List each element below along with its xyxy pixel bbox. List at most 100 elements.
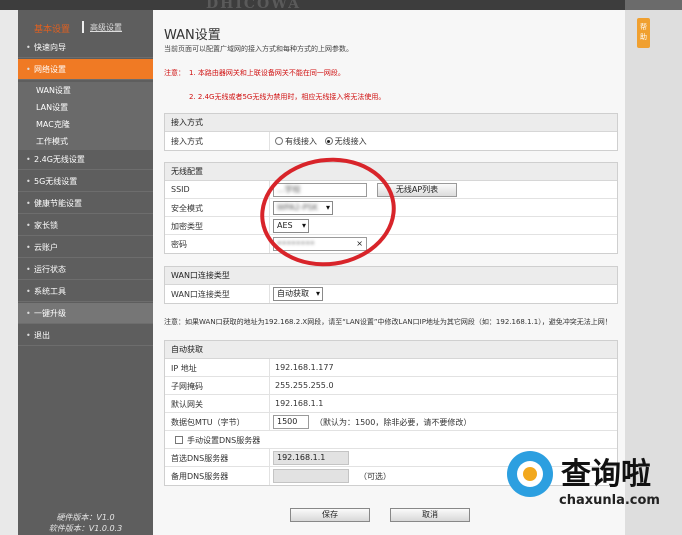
ssid-label: SSID bbox=[171, 185, 190, 194]
section-header: 接入方式 bbox=[165, 114, 617, 132]
mask-row: 子网掩码 255.255.255.0 bbox=[165, 377, 617, 395]
sidebar-item-one-click-upgrade[interactable]: • 一键升级 bbox=[18, 303, 153, 324]
column-divider bbox=[269, 467, 270, 485]
wan-note: 注意：如果WAN口获取的地址为192.168.2.X网段，请至“LAN设置”中修… bbox=[164, 318, 612, 326]
watermark-url: chaxunla.com bbox=[559, 493, 660, 508]
sidebar-item-label: 系统工具 bbox=[34, 287, 66, 296]
bullet-icon: • bbox=[26, 177, 31, 186]
top-bar: DHICOWA bbox=[0, 0, 682, 12]
bullet-icon: • bbox=[26, 65, 31, 74]
column-divider bbox=[269, 132, 270, 150]
sidebar-item-network-settings[interactable]: • 网络设置 bbox=[18, 59, 153, 80]
cancel-button[interactable]: 取消 bbox=[390, 508, 470, 522]
hardware-version: 硬件版本：V1.0 bbox=[56, 513, 115, 522]
column-divider bbox=[269, 413, 270, 430]
radio-icon bbox=[275, 137, 283, 145]
watermark-text: 查询啦 bbox=[561, 457, 651, 492]
column-divider bbox=[269, 449, 270, 466]
column-divider bbox=[269, 359, 270, 376]
manual-dns-label: 手动设置DNS服务器 bbox=[187, 436, 261, 445]
note-line-2: 2. 2.4G无线或者5G无线为禁用时，相应无线接入将无法使用。 bbox=[189, 93, 386, 101]
access-mode-row: 接入方式 有线接入 无线接入 bbox=[165, 132, 617, 150]
sidebar-item-label: 2.4G无线设置 bbox=[34, 155, 85, 164]
help-tab-label: 帮助 bbox=[640, 23, 647, 41]
section-header: 无线配置 bbox=[165, 163, 617, 181]
column-divider bbox=[269, 377, 270, 394]
tab-advanced-settings[interactable]: 高级设置 bbox=[90, 22, 122, 33]
help-tab[interactable]: 帮助 bbox=[637, 18, 650, 48]
section-wan-type: WAN口连接类型 WAN口连接类型 自动获取 ▾ bbox=[164, 266, 618, 304]
bullet-icon: • bbox=[26, 199, 31, 208]
chevron-down-icon: ▾ bbox=[315, 289, 320, 298]
sidebar-subitem-wan[interactable]: WAN设置 bbox=[18, 82, 153, 99]
sidebar-subitem-work-mode[interactable]: 工作模式 bbox=[18, 133, 153, 150]
bullet-icon: • bbox=[26, 155, 31, 164]
security-mode-label: 安全模式 bbox=[171, 204, 203, 213]
dns1-input[interactable]: 192.168.1.1 bbox=[273, 451, 349, 465]
sidebar-item-logout[interactable]: • 退出 bbox=[18, 325, 153, 346]
wan-type-select[interactable]: 自动获取 ▾ bbox=[273, 287, 323, 301]
sidebar: 基本设置 高级设置 • 快速向导 • 网络设置 WAN设置 LAN设置 MAC克隆 … bbox=[18, 10, 153, 535]
sidebar-item-label: 健康节能设置 bbox=[34, 199, 82, 208]
radio-wired-label: 有线接入 bbox=[285, 137, 317, 146]
radio-wireless[interactable]: 无线接入 bbox=[324, 137, 367, 146]
sidebar-item-label: 退出 bbox=[34, 331, 50, 340]
bullet-icon: • bbox=[26, 43, 31, 52]
sidebar-item-energy-saving[interactable]: • 健康节能设置 bbox=[18, 193, 153, 214]
top-right-strip bbox=[625, 0, 682, 10]
sidebar-item-system-tools[interactable]: • 系统工具 bbox=[18, 281, 153, 302]
sidebar-item-label: 5G无线设置 bbox=[34, 177, 78, 186]
section-header: 自动获取 bbox=[165, 341, 617, 359]
mtu-hint: （默认为：1500，除非必要，请不要修改） bbox=[315, 418, 472, 427]
radio-wireless-label: 无线接入 bbox=[334, 137, 367, 146]
save-button[interactable]: 保存 bbox=[290, 508, 370, 522]
sidebar-item-wireless-5g[interactable]: • 5G无线设置 bbox=[18, 171, 153, 192]
radio-selected-icon bbox=[324, 137, 333, 145]
ip-value: 192.168.1.177 bbox=[275, 363, 334, 372]
page-title: WAN设置 bbox=[164, 28, 221, 43]
wan-type-label: WAN口连接类型 bbox=[171, 290, 230, 299]
wan-type-value: 自动获取 bbox=[277, 289, 309, 298]
sidebar-item-label: 网络设置 bbox=[34, 65, 66, 74]
sidebar-header: 基本设置 高级设置 bbox=[18, 17, 153, 39]
section-access-mode: 接入方式 接入方式 有线接入 无线接入 bbox=[164, 113, 618, 151]
password-row: 密码 •••••••• × bbox=[165, 235, 617, 253]
sidebar-item-run-status[interactable]: • 运行状态 bbox=[18, 259, 153, 280]
dns1-label: 首选DNS服务器 bbox=[171, 454, 229, 463]
radio-wired[interactable]: 有线接入 bbox=[275, 137, 317, 146]
sidebar-item-cloud-account[interactable]: • 云账户 bbox=[18, 237, 153, 258]
dns1-value: 192.168.1.1 bbox=[277, 453, 326, 462]
access-mode-options: 有线接入 无线接入 bbox=[275, 136, 367, 147]
ip-label: IP 地址 bbox=[171, 364, 197, 373]
sidebar-subitem-lan[interactable]: LAN设置 bbox=[18, 99, 153, 116]
mtu-value: 1500 bbox=[277, 417, 298, 426]
sidebar-item-parental-lock[interactable]: • 家长锁 bbox=[18, 215, 153, 236]
mask-value: 255.255.255.0 bbox=[275, 381, 334, 390]
bullet-icon: • bbox=[26, 287, 31, 296]
checkbox-icon bbox=[175, 436, 183, 444]
note-label: 注意： bbox=[164, 69, 185, 77]
sidebar-item-label: 一键升级 bbox=[34, 309, 66, 318]
manual-dns-checkbox[interactable]: 手动设置DNS服务器 bbox=[175, 435, 260, 446]
dns2-label: 备用DNS服务器 bbox=[171, 472, 229, 481]
encryption-type-label: 加密类型 bbox=[171, 222, 203, 231]
column-divider bbox=[269, 395, 270, 412]
sidebar-item-wireless-24g[interactable]: • 2.4G无线设置 bbox=[18, 149, 153, 170]
mtu-label: 数据包MTU（字节） bbox=[171, 418, 245, 427]
gateway-label: 默认网关 bbox=[171, 400, 203, 409]
access-mode-label: 接入方式 bbox=[171, 137, 203, 146]
sidebar-item-quick-wizard[interactable]: • 快速向导 bbox=[18, 37, 153, 58]
page-description: 当前页面可以配置广域网的接入方式和每种方式的上网参数。 bbox=[164, 45, 353, 53]
section-header: WAN口连接类型 bbox=[165, 267, 617, 285]
sidebar-subitem-mac-clone[interactable]: MAC克隆 bbox=[18, 116, 153, 133]
watermark-logo-icon bbox=[507, 451, 553, 497]
mtu-input[interactable]: 1500 bbox=[273, 415, 309, 429]
bullet-icon: • bbox=[26, 309, 31, 318]
dns2-input[interactable] bbox=[273, 469, 349, 483]
mask-label: 子网掩码 bbox=[171, 382, 203, 391]
password-label: 密码 bbox=[171, 240, 187, 249]
tab-basic-settings[interactable]: 基本设置 bbox=[34, 22, 70, 35]
mtu-row: 数据包MTU（字节） 1500 （默认为：1500，除非必要，请不要修改） bbox=[165, 413, 617, 431]
gateway-value: 192.168.1.1 bbox=[275, 399, 324, 408]
header-separator bbox=[82, 21, 84, 33]
